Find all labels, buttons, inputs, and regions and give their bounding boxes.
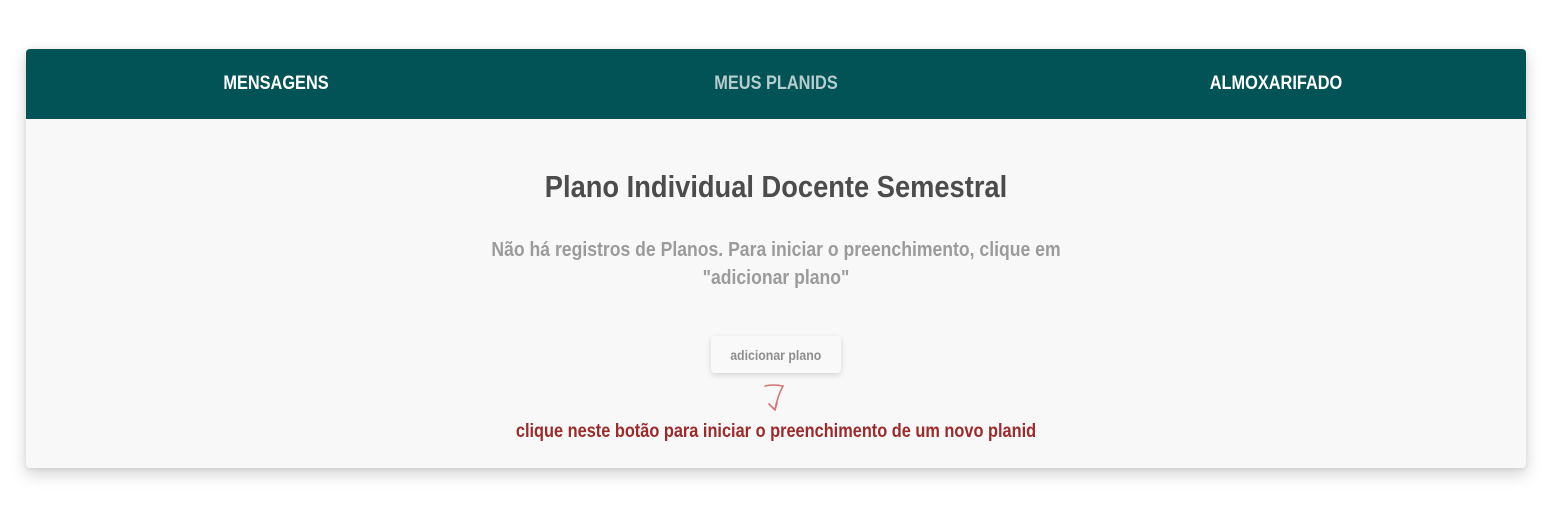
- add-plan-button-label: adicionar plano: [730, 346, 822, 363]
- tab-meus-planids[interactable]: MEUS PLANIDS: [561, 49, 991, 119]
- empty-state-message: Não há registros de Planos. Para iniciar…: [491, 239, 1061, 289]
- main-card: MENSAGENS MEUS PLANIDS ALMOXARIFADO Plan…: [26, 49, 1526, 468]
- tab-mensagens[interactable]: MENSAGENS: [61, 49, 491, 119]
- page-title: Plano Individual Docente Semestral: [544, 169, 1008, 204]
- hand-drawn-arrow-down-icon: [764, 384, 785, 411]
- top-nav: MENSAGENS MEUS PLANIDS ALMOXARIFADO: [26, 49, 1526, 119]
- hint-text: clique neste botão para iniciar o preenc…: [515, 421, 1037, 442]
- add-plan-button[interactable]: adicionar plano: [711, 336, 841, 373]
- tab-almoxarifado[interactable]: ALMOXARIFADO: [1061, 49, 1491, 119]
